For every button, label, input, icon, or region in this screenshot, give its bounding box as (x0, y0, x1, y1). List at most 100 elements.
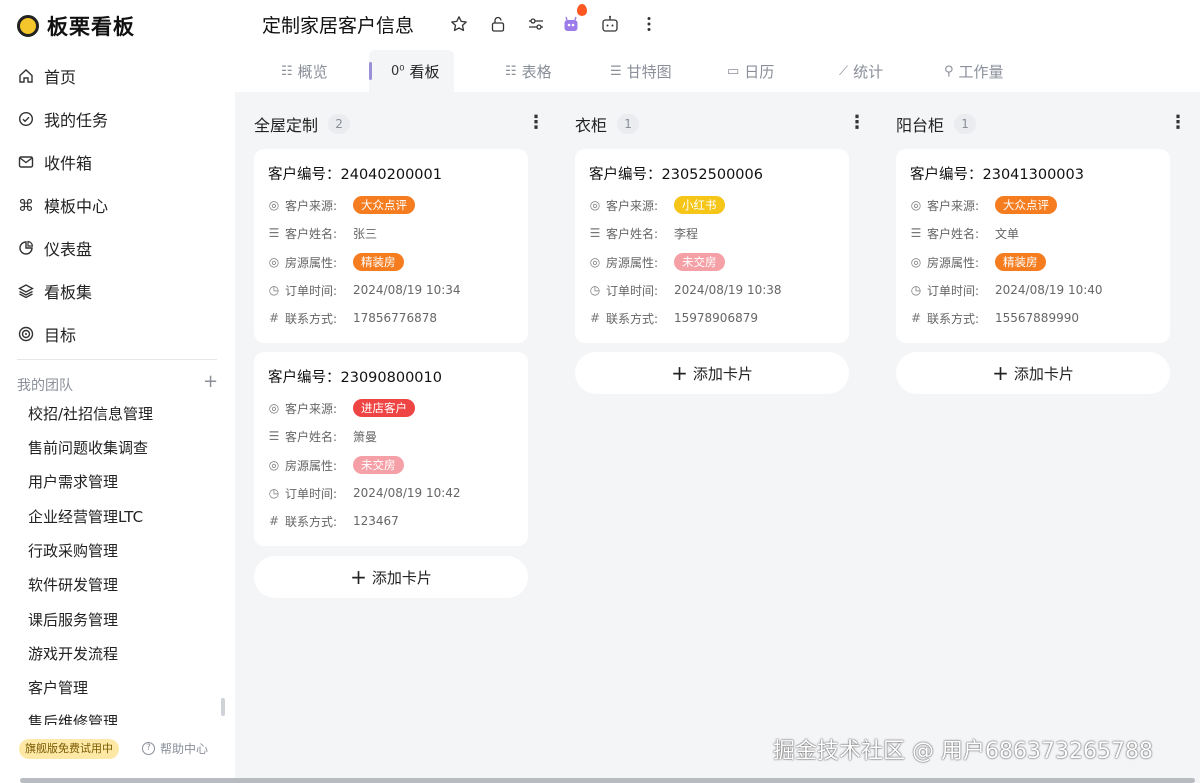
radio-icon: ◎ (589, 198, 601, 212)
text-lines-icon: ☰ (268, 429, 280, 443)
sliders-icon[interactable] (525, 13, 547, 35)
team-item[interactable]: 企业经营管理LTC (28, 505, 143, 529)
kanban-icon: 0⁰ (391, 63, 405, 79)
card-title: 客户编号：23052500006 (589, 167, 763, 183)
tab-table[interactable]: ☷ 表格 (505, 50, 552, 92)
radio-icon: ◎ (268, 198, 280, 212)
column-title[interactable]: 全屋定制 (254, 112, 318, 136)
star-icon[interactable] (448, 13, 470, 35)
nav-item-dashboard[interactable]: 仪表盘 (17, 234, 92, 262)
nav-item-inbox[interactable]: 收件箱 (17, 148, 92, 176)
column-count-badge: 1 (617, 114, 640, 134)
nav-label: 看板集 (44, 283, 93, 302)
trial-badge[interactable]: 旗舰版免费试用中 (19, 739, 119, 759)
team-item[interactable]: 售后维修管理 (28, 710, 118, 725)
add-team-board-button[interactable]: + (203, 372, 218, 392)
app-name: 板栗看板 (47, 15, 135, 39)
nav-item-home[interactable]: 首页 (17, 62, 76, 90)
tag-source: 大众点评 (353, 196, 415, 214)
horizontal-scrollbar[interactable] (20, 778, 1195, 783)
more-vertical-icon[interactable] (638, 13, 660, 35)
target-icon (17, 325, 35, 343)
field-time: ◷ 订单时间: 2024/08/19 10:38 (589, 283, 782, 298)
tab-workload[interactable]: ⚲ 工作量 (944, 50, 1004, 92)
mail-icon (17, 153, 35, 171)
tab-label: 概览 (297, 62, 328, 81)
tab-kanban[interactable]: 0⁰ 看板 (369, 50, 454, 92)
hash-icon: # (910, 311, 922, 325)
hash-icon: # (268, 514, 280, 528)
nav-item-my-tasks[interactable]: 我的任务 (17, 105, 108, 133)
tab-calendar[interactable]: ▭ 日历 (727, 50, 774, 92)
calendar-icon: ▭ (727, 63, 740, 79)
add-card-label: 添加卡片 (1013, 364, 1074, 383)
tab-label: 甘特图 (626, 62, 672, 81)
column-header: 衣柜 1 (575, 111, 640, 137)
kanban-card[interactable]: 客户编号：23052500006 ◎ 客户来源: 小红书 ☰ 客户姓名: 李程 ◎ 房… (575, 149, 849, 343)
team-item[interactable]: 用户需求管理 (28, 470, 118, 494)
tag-source: 进店客户 (353, 399, 415, 417)
radio-icon: ◎ (910, 198, 922, 212)
tag-property: 未交房 (353, 456, 404, 474)
list-icon: ☷ (281, 63, 293, 79)
robot-icon[interactable] (599, 13, 621, 35)
help-center-link[interactable]: ? 帮助中心 (142, 740, 208, 757)
field-source: ◎ 客户来源: 进店客户 (267, 397, 415, 419)
bot-avatar-icon[interactable] (560, 13, 582, 35)
column-more-icon[interactable]: ⋮ (1169, 112, 1187, 134)
column-title[interactable]: 衣柜 (575, 112, 607, 136)
nav-item-board-sets[interactable]: 看板集 (17, 277, 92, 305)
kanban-card[interactable]: 客户编号：23041300003 ◎ 客户来源: 大众点评 ☰ 客户姓名: 文单 ◎… (896, 149, 1170, 343)
kanban-card[interactable]: 客户编号：24040200001 ◎ 客户来源: 大众点评 ☰ 客户姓名: 张三 ◎… (254, 149, 528, 343)
column-title[interactable]: 阳台柜 (896, 112, 944, 136)
tab-gantt[interactable]: ☰ 甘特图 (610, 50, 672, 92)
column-more-icon[interactable]: ⋮ (527, 112, 545, 134)
field-name: ☰ 客户姓名: 李程 (589, 226, 699, 241)
sidebar-scrollbar[interactable] (221, 698, 225, 716)
lock-icon[interactable] (487, 13, 509, 35)
tab-label: 表格 (521, 62, 552, 81)
kanban-card[interactable]: 客户编号：23090800010 ◎ 客户来源: 进店客户 ☰ 客户姓名: 箫曼 ◎… (254, 352, 528, 546)
team-item[interactable]: 客户管理 (28, 676, 88, 700)
help-icon: ? (142, 742, 155, 755)
column-header: 全屋定制 2 (254, 111, 351, 137)
team-item[interactable]: 课后服务管理 (28, 608, 118, 632)
tab-label: 日历 (744, 62, 775, 81)
nav-item-templates[interactable]: ⌘ 模板中心 (17, 191, 108, 219)
app-logo[interactable]: 板栗看板 (17, 12, 135, 40)
team-item[interactable]: 校招/社招信息管理 (28, 402, 153, 426)
command-icon: ⌘ (18, 195, 34, 215)
add-card-button[interactable]: + 添加卡片 (254, 556, 528, 598)
team-item[interactable]: 游戏开发流程 (28, 642, 118, 666)
plus-icon: + (671, 361, 688, 385)
tab-overview[interactable]: ☷ 概览 (281, 50, 328, 92)
tab-statistics[interactable]: ⟋ 统计 (839, 50, 883, 92)
active-tab-marker (369, 62, 372, 80)
board-title[interactable]: 定制家居客户信息 (262, 11, 414, 38)
card-title: 客户编号：23090800010 (268, 370, 442, 386)
field-name: ☰ 客户姓名: 文单 (910, 226, 1020, 241)
column-more-icon[interactable]: ⋮ (848, 112, 866, 134)
field-name: ☰ 客户姓名: 张三 (268, 226, 378, 241)
add-card-button[interactable]: + 添加卡片 (575, 352, 849, 394)
team-section-title: 我的团队 (17, 378, 73, 394)
tag-property: 未交房 (674, 253, 725, 271)
field-time: ◷ 订单时间: 2024/08/19 10:34 (268, 283, 461, 298)
field-property: ◎ 房源属性: 未交房 (267, 454, 404, 476)
watermark: 掘金技术社区 @ 用户686373265788 (773, 739, 1153, 764)
nav-label: 收件箱 (44, 154, 93, 173)
nav-item-goals[interactable]: 目标 (17, 320, 76, 348)
column-count-badge: 2 (328, 114, 351, 134)
fire-icon (577, 4, 587, 16)
clock-icon: ◷ (268, 486, 280, 500)
field-property: ◎ 房源属性: 未交房 (588, 251, 725, 273)
hash-icon: # (268, 311, 280, 325)
team-item[interactable]: 售前问题收集调查 (28, 436, 148, 460)
tag-property: 精装房 (353, 253, 404, 271)
team-item[interactable]: 软件研发管理 (28, 573, 118, 597)
add-card-button[interactable]: + 添加卡片 (896, 352, 1170, 394)
text-lines-icon: ☰ (268, 226, 280, 240)
team-item[interactable]: 行政采购管理 (28, 539, 118, 563)
card-title: 客户编号：23041300003 (910, 167, 1084, 183)
clock-icon: ◷ (910, 283, 922, 297)
